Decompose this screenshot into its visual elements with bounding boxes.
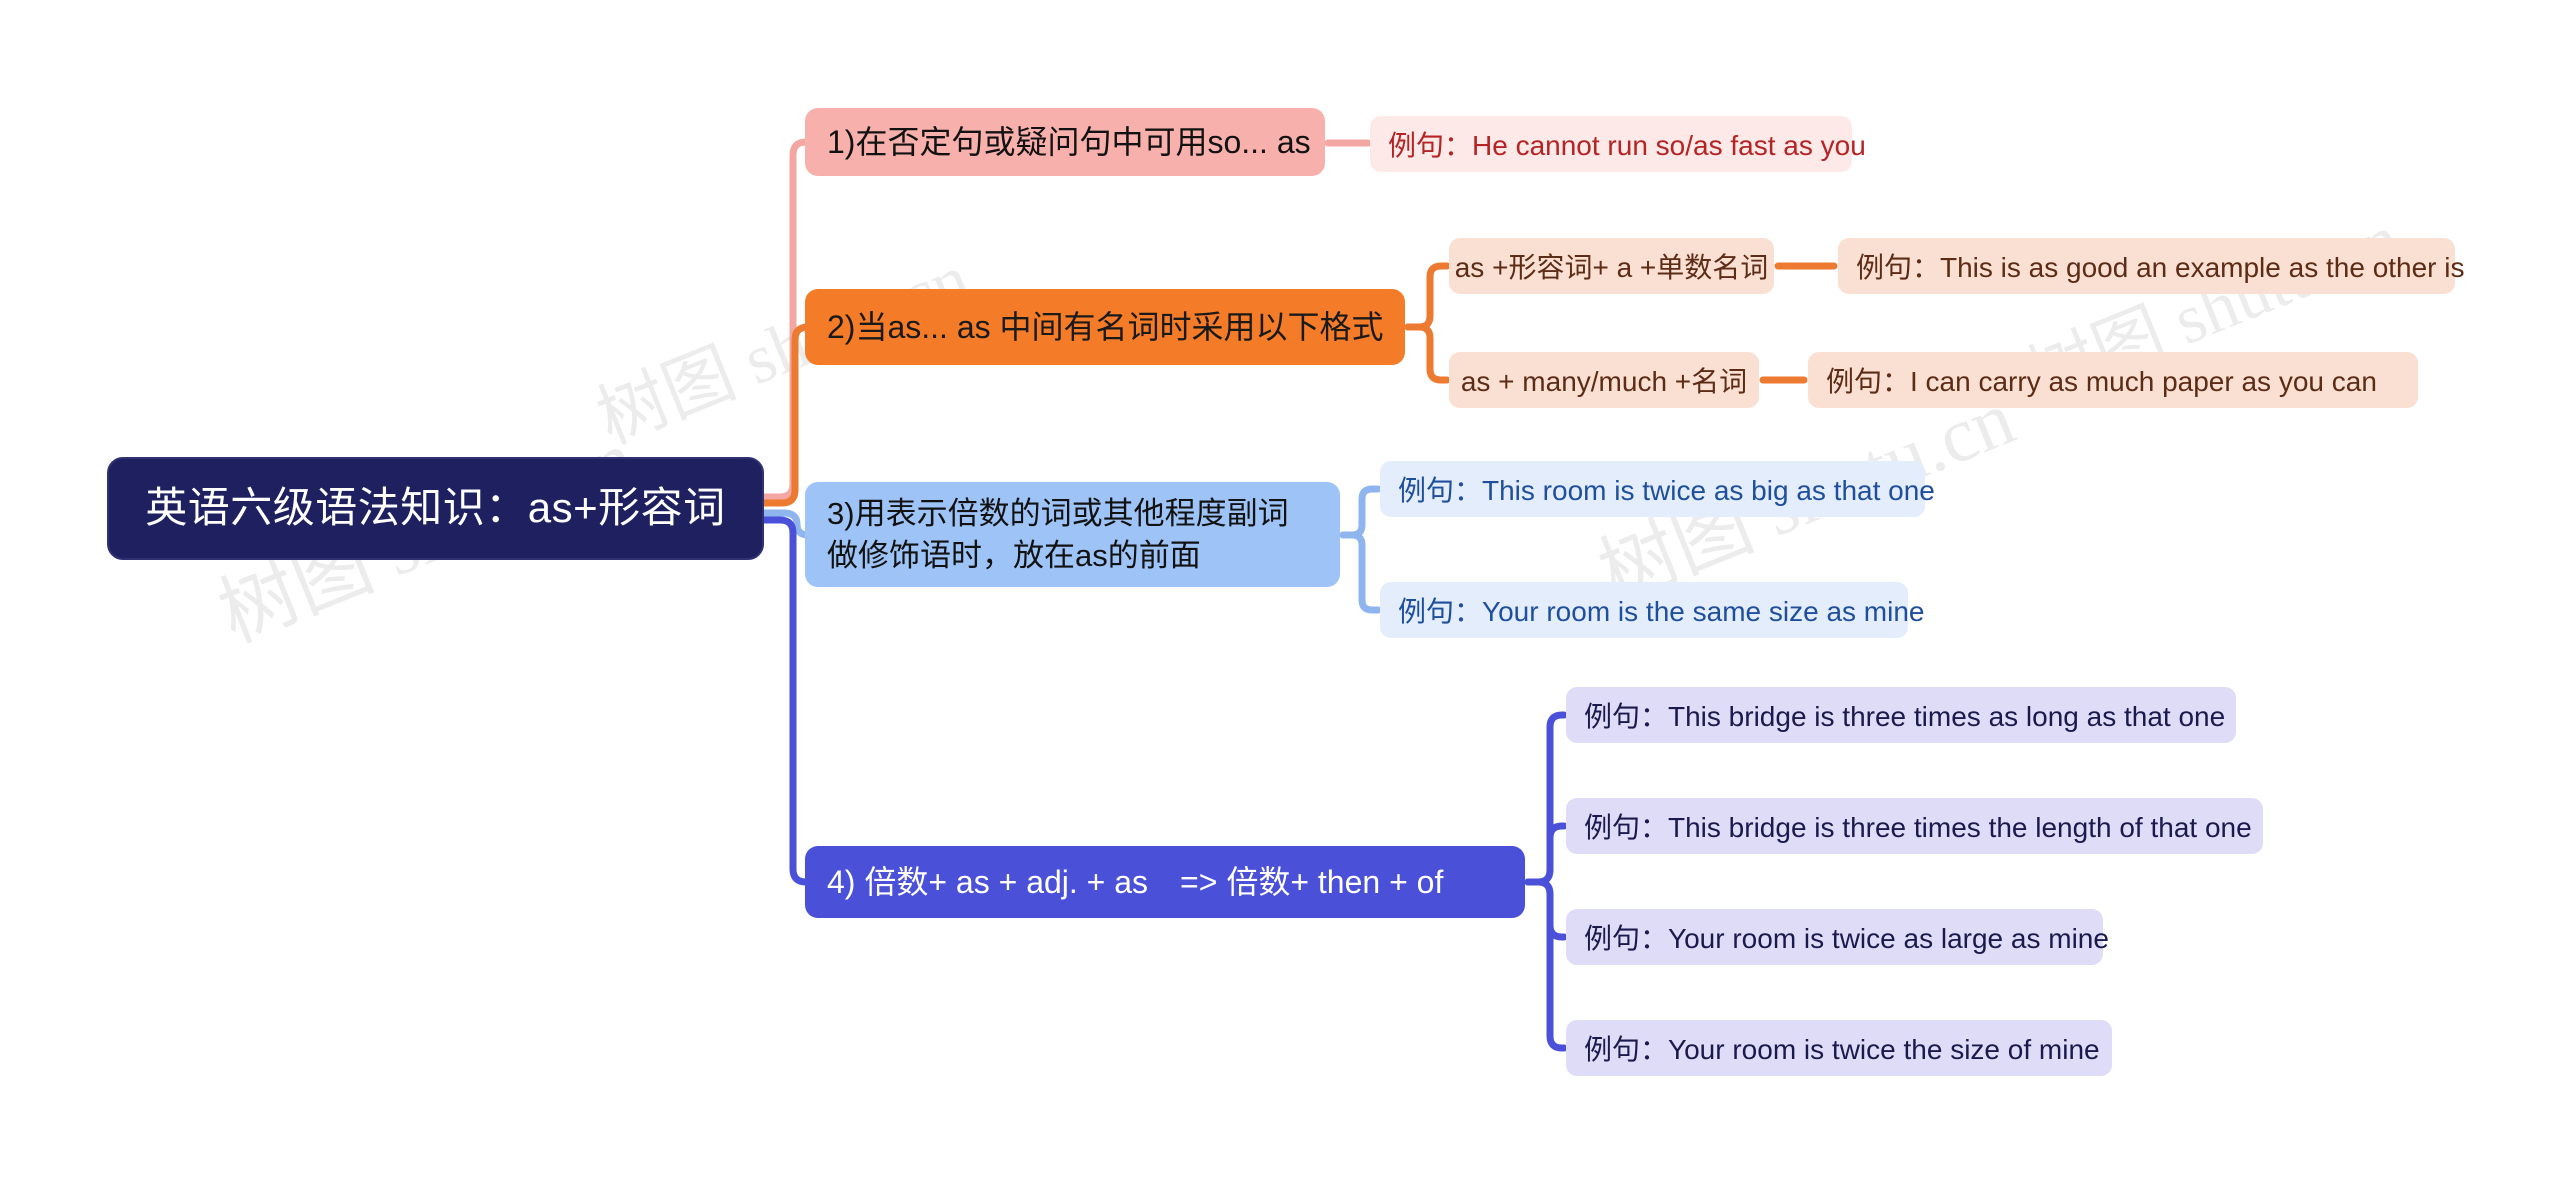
branch-4-example-3[interactable]: 例句：Your room is twice as large as mine — [1566, 909, 2109, 965]
branch-2-example-1[interactable]: 例句：This is as good an example as the oth… — [1838, 238, 2465, 294]
branch-1-example-1[interactable]: 例句：He cannot run so/as fast as you — [1370, 116, 1866, 172]
branch-3-example-1[interactable]: 例句：This room is twice as big as that one — [1380, 461, 1935, 517]
branch-2-example-2-label: 例句：I can carry as much paper as you can — [1826, 366, 2377, 397]
branch-4-example-1-label: 例句：This bridge is three times as long as… — [1584, 701, 2226, 732]
branch-4-example-3-label: 例句：Your room is twice as large as mine — [1584, 923, 2109, 954]
branch-4-example-4-label: 例句：Your room is twice the size of mine — [1584, 1034, 2100, 1065]
branch-node-4[interactable]: 4) 倍数+ as + adj. + as => 倍数+ then + of — [805, 846, 1525, 918]
branch-node-1-label: 1)在否定句或疑问句中可用so... as — [827, 123, 1311, 160]
branch-2-example-1-label: 例句：This is as good an example as the oth… — [1856, 252, 2465, 283]
branch-1-example-1-label: 例句：He cannot run so/as fast as you — [1388, 130, 1866, 161]
branch-4-example-2-label: 例句：This bridge is three times the length… — [1584, 812, 2252, 843]
branch-node-3-label: 3)用表示倍数的词或其他程度副词做修饰语时，放在as的前面 — [827, 495, 1289, 573]
root-node[interactable]: 英语六级语法知识：as+形容词 — [107, 457, 764, 560]
branch-3-example-1-label: 例句：This room is twice as big as that one — [1398, 475, 1935, 506]
branch-3-example-2-label: 例句：Your room is the same size as mine — [1398, 596, 1925, 627]
branch-node-3[interactable]: 3)用表示倍数的词或其他程度副词做修饰语时，放在as的前面 — [805, 482, 1340, 587]
branch-2-format-1[interactable]: as +形容词+ a +单数名词 — [1449, 238, 1774, 294]
branch-4-example-4[interactable]: 例句：Your room is twice the size of mine — [1566, 1020, 2112, 1076]
branch-node-4-label: 4) 倍数+ as + adj. + as => 倍数+ then + of — [827, 863, 1444, 900]
branch-2-example-2[interactable]: 例句：I can carry as much paper as you can — [1808, 352, 2418, 408]
branch-2-format-2[interactable]: as + many/much +名词 — [1449, 352, 1759, 408]
branch-2-format-1-label: as +形容词+ a +单数名词 — [1454, 252, 1769, 283]
branch-node-2[interactable]: 2)当as... as 中间有名词时采用以下格式 — [805, 289, 1405, 365]
branch-3-example-2[interactable]: 例句：Your room is the same size as mine — [1380, 582, 1925, 638]
branch-node-2-label: 2)当as... as 中间有名词时采用以下格式 — [827, 308, 1384, 345]
branch-4-example-2[interactable]: 例句：This bridge is three times the length… — [1566, 798, 2263, 854]
mindmap-canvas: 树图 shutu.cn 树图 shutu.cn 树图 shutu.cn 树图 s… — [0, 0, 2560, 1180]
branch-2-format-2-label: as + many/much +名词 — [1460, 366, 1748, 397]
root-node-label: 英语六级语法知识：as+形容词 — [145, 484, 726, 532]
branch-node-1[interactable]: 1)在否定句或疑问句中可用so... as — [805, 108, 1325, 176]
branch-4-example-1[interactable]: 例句：This bridge is three times as long as… — [1566, 687, 2236, 743]
